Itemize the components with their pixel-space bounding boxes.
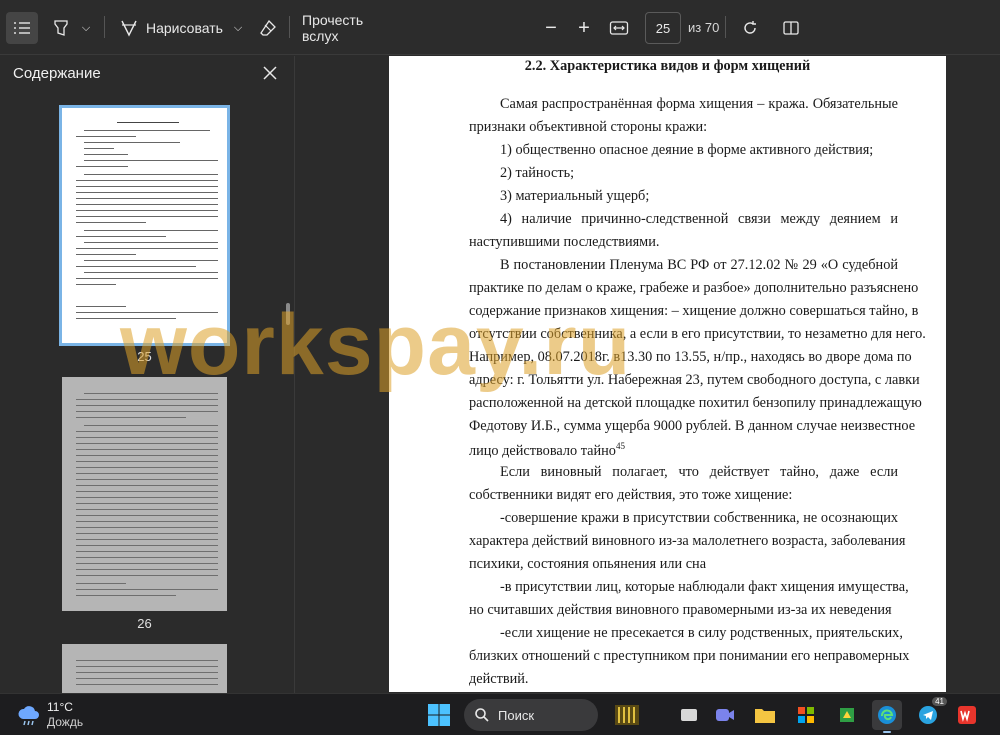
text-line: расположенной на детской площадке похити… [469,395,922,411]
text-line: но считавших действия виновного правомер… [469,602,892,618]
text-line: В постановлении Пленума ВС РФ от 27.12.0… [500,257,898,273]
text-line: близких отношений с преступником при пон… [469,648,910,664]
app-icon [840,708,854,722]
eraser-icon [260,19,276,36]
sidebar-title: Содержание [13,65,101,82]
page-total: из 70 [688,20,720,35]
document-page: 2.2. Характеристика видов и форм хищений… [389,56,946,692]
highlight-options-chevron-icon[interactable]: ⌵ [78,12,94,44]
taskbar-chat-app[interactable] [710,700,740,730]
taskbar-edge[interactable] [872,700,902,733]
highlight-button[interactable] [48,12,74,44]
notification-badge: 41 [932,697,947,706]
text-line: содержание признаков хищения: – хищение … [469,303,919,319]
text-line: отсутствии собственника, а если в его пр… [469,326,926,342]
toolbar-divider [725,16,726,38]
text-line: характера действий виновного из-за малол… [469,533,906,549]
table-of-contents-button[interactable] [6,12,38,44]
draw-button[interactable]: Нарисовать [120,12,226,44]
pen-icon [121,20,137,37]
highlighter-icon [54,20,68,36]
text-line: Самая распространённая форма хищения – к… [500,96,898,112]
text-line: действий. [469,671,529,687]
text-line: наступившими последствиями. [469,234,660,250]
list-icon [14,22,30,34]
zoom-in-button[interactable]: + [573,12,595,44]
text-line-content: лицо действовало тайно [469,442,616,459]
close-sidebar-button[interactable] [258,61,282,85]
search-icon [475,708,489,722]
taskbar-game-app[interactable] [612,700,642,730]
text-line: практике по делам о краже, грабеже и раз… [469,280,919,296]
fit-width-icon [609,21,629,35]
sidebar-scrollbar[interactable] [286,303,290,325]
game-app-icon [615,705,639,725]
text-line: 3) материальный ущерб; [500,188,650,204]
taskbar-file-explorer[interactable] [750,700,780,730]
text-line: Например, 08.07.2018г. в13.30 по 13.55, … [469,349,912,365]
pdf-reader-window: ⌵ Нарисовать ⌵ Прочесть вслух − + из 70 … [0,0,1000,693]
draw-options-chevron-icon[interactable]: ⌵ [230,12,246,44]
thumbnail-page-label: 25 [137,349,152,364]
toolbar-divider [289,16,290,38]
page-number-input[interactable] [645,12,681,44]
taskbar-office-app[interactable] [952,700,982,730]
wps-office-icon [958,706,976,724]
telegram-icon [919,706,937,724]
two-page-icon [783,21,799,35]
footnote-ref[interactable]: 45 [616,441,625,451]
taskbar-search[interactable]: Поиск [464,699,598,731]
taskbar-store[interactable] [791,700,821,730]
store-icon [798,707,814,723]
task-view-icon [681,709,697,721]
text-line: -в присутствии лиц, которые наблюдали фа… [500,579,909,595]
contents-sidebar: Содержание 25 26 [0,56,295,693]
page-thumbnail-26[interactable] [62,377,227,611]
text-line: -совершение кражи в присутствии собствен… [500,510,898,526]
read-aloud-label: Прочесть вслух [302,12,364,44]
fit-to-width-button[interactable] [606,12,632,44]
rain-cloud-icon[interactable] [16,702,42,728]
thumbnail-page-label: 26 [137,616,152,631]
rotate-icon [744,21,756,34]
page-thumbnail-27[interactable] [62,644,227,693]
text-line: собственники видят его действия, это тож… [469,487,793,503]
active-indicator [883,731,891,733]
text-line: Если виновный полагает, что действует та… [500,464,898,480]
section-heading: 2.2. Характеристика видов и форм хищений [524,58,811,74]
weather-description[interactable]: Дождь [47,715,83,729]
read-aloud-button[interactable]: Прочесть вслух [302,12,402,44]
text-line: Федотову И.Б., сумма ущерба 9000 рублей.… [469,418,916,434]
text-line: 1) общественно опасное деяние в форме ак… [500,142,874,158]
text-line: признаки объективной стороны кражи: [469,119,708,135]
video-chat-icon [716,709,734,721]
toolbar-divider [104,16,105,38]
page-thumbnail-25[interactable] [59,105,230,346]
text-line: 4) наличие причинно-следственной связи м… [500,211,898,227]
folder-icon [755,709,775,723]
text-line: психики, состояния опьянения или сна [469,556,707,572]
text-line: адресу: г. Тольятти ул. Набережная 23, п… [469,372,920,388]
close-icon [263,66,277,80]
zoom-out-button[interactable]: − [540,12,562,44]
draw-label: Нарисовать [146,20,223,36]
eraser-button[interactable] [255,12,281,44]
text-line: -если хищение не пресекается в силу родс… [500,625,903,641]
taskbar-green-app[interactable] [832,700,862,730]
rotate-button[interactable] [737,12,763,44]
edge-browser-icon [878,706,896,724]
windows-start-icon[interactable] [426,702,452,728]
taskbar-telegram[interactable]: 41 [913,697,947,730]
document-viewer[interactable]: 2.2. Характеристика видов и форм хищений… [296,56,1000,693]
weather-temperature[interactable]: 11°C [47,700,73,714]
page-view-button[interactable] [778,12,804,44]
toolbar: ⌵ Нарисовать ⌵ Прочесть вслух − + из 70 [0,0,1000,55]
text-line: лицо действовало тайно45 [469,441,625,460]
text-line: 2) тайность; [500,165,575,181]
taskbar: 11°C Дождь Поиск 41 [0,693,1000,735]
taskbar-task-view[interactable] [674,700,704,730]
search-label: Поиск [498,707,535,723]
